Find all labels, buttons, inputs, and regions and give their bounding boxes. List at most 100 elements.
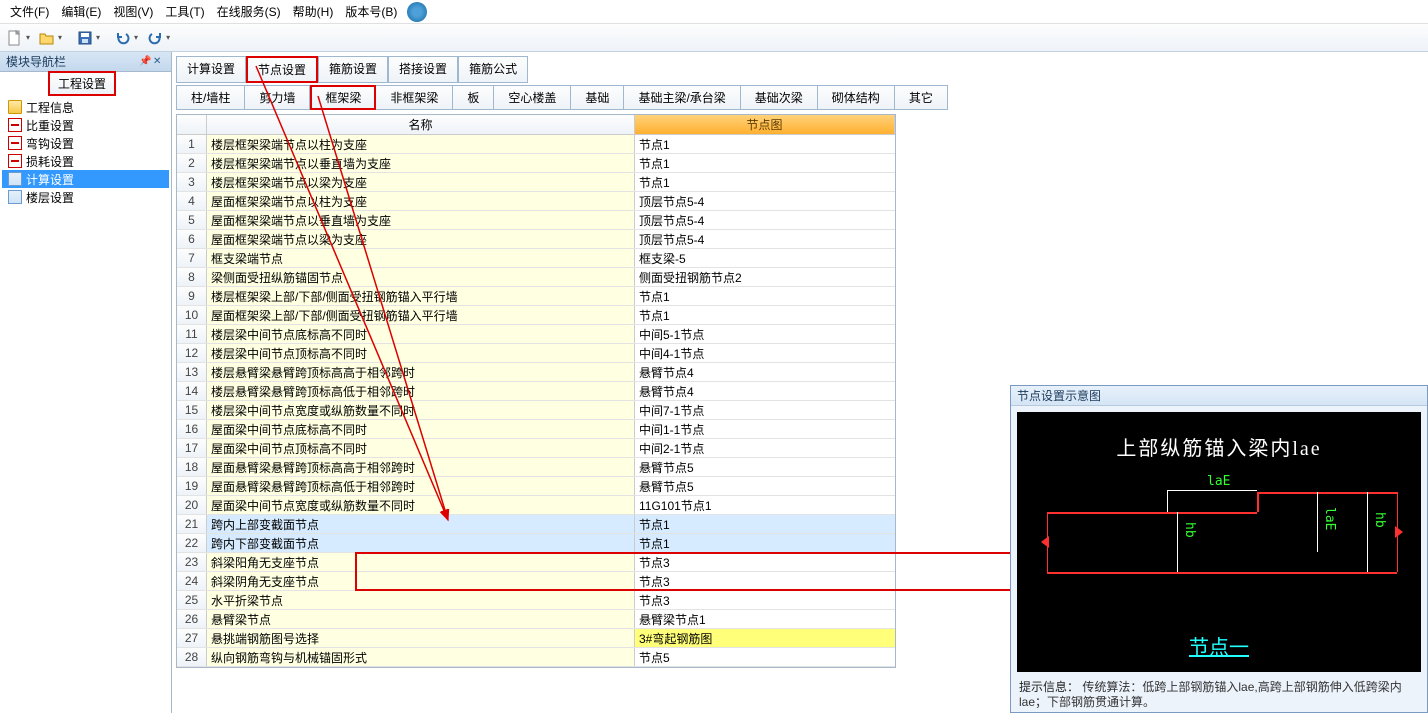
grid-row[interactable]: 23斜梁阳角无支座节点节点3: [177, 553, 895, 572]
row-value[interactable]: 节点3: [635, 553, 895, 571]
row-name[interactable]: 楼层悬臂梁悬臂跨顶标高高于相邻跨时: [207, 363, 635, 381]
redo-icon[interactable]: [144, 27, 166, 49]
sidebar-item-weight[interactable]: 比重设置: [2, 116, 169, 134]
grid-row[interactable]: 24斜梁阴角无支座节点节点3: [177, 572, 895, 591]
pin-icon[interactable]: 📌: [139, 56, 151, 68]
open-icon[interactable]: [36, 27, 58, 49]
row-name[interactable]: 屋面框架梁端节点以柱为支座: [207, 192, 635, 210]
secondary-tab-3[interactable]: 非框架梁: [376, 85, 453, 110]
row-name[interactable]: 悬臂梁节点: [207, 610, 635, 628]
row-value[interactable]: 3#弯起钢筋图: [635, 629, 895, 647]
grid-row[interactable]: 9楼层框架梁上部/下部/侧面受扭钢筋锚入平行墙节点1: [177, 287, 895, 306]
menu-view[interactable]: 视图(V): [107, 3, 159, 20]
grid-header-name[interactable]: 名称: [207, 115, 635, 135]
row-value[interactable]: 悬臂节点4: [635, 363, 895, 381]
sidebar-item-calc[interactable]: 计算设置: [2, 170, 169, 188]
secondary-tab-6[interactable]: 基础: [571, 85, 624, 110]
row-name[interactable]: 框支梁端节点: [207, 249, 635, 267]
row-name[interactable]: 梁侧面受扭纵筋锚固节点: [207, 268, 635, 286]
grid-row[interactable]: 3楼层框架梁端节点以梁为支座节点1: [177, 173, 895, 192]
sidebar-item-floor[interactable]: 楼层设置: [2, 188, 169, 206]
grid-row[interactable]: 4屋面框架梁端节点以柱为支座顶层节点5-4: [177, 192, 895, 211]
grid-row[interactable]: 20屋面梁中间节点宽度或纵筋数量不同时11G101节点1: [177, 496, 895, 515]
primary-tab-0[interactable]: 计算设置: [176, 56, 246, 83]
grid-row[interactable]: 16屋面梁中间节点底标高不同时中间1-1节点: [177, 420, 895, 439]
row-value[interactable]: 侧面受扭钢筋节点2: [635, 268, 895, 286]
row-value[interactable]: 中间1-1节点: [635, 420, 895, 438]
row-name[interactable]: 屋面悬臂梁悬臂跨顶标高低于相邻跨时: [207, 477, 635, 495]
save-dropdown-icon[interactable]: ▾: [96, 33, 100, 42]
menu-edit[interactable]: 编辑(E): [55, 3, 107, 20]
row-name[interactable]: 屋面梁中间节点顶标高不同时: [207, 439, 635, 457]
grid-row[interactable]: 27悬挑端钢筋图号选择3#弯起钢筋图: [177, 629, 895, 648]
row-value[interactable]: 节点1: [635, 534, 895, 552]
row-name[interactable]: 屋面框架梁端节点以梁为支座: [207, 230, 635, 248]
row-value[interactable]: 节点3: [635, 572, 895, 590]
secondary-tab-7[interactable]: 基础主梁/承台梁: [624, 85, 740, 110]
row-value[interactable]: 中间5-1节点: [635, 325, 895, 343]
row-value[interactable]: 节点1: [635, 135, 895, 153]
grid-row[interactable]: 28纵向钢筋弯钩与机械锚固形式节点5: [177, 648, 895, 667]
row-name[interactable]: 屋面框架梁端节点以垂直墙为支座: [207, 211, 635, 229]
secondary-tab-10[interactable]: 其它: [895, 85, 948, 110]
sidebar-item-project-info[interactable]: 工程信息: [2, 98, 169, 116]
row-value[interactable]: 中间4-1节点: [635, 344, 895, 362]
grid-row[interactable]: 21跨内上部变截面节点节点1: [177, 515, 895, 534]
primary-tab-2[interactable]: 箍筋设置: [318, 56, 388, 83]
row-value[interactable]: 节点1: [635, 173, 895, 191]
row-value[interactable]: 节点5: [635, 648, 895, 666]
grid-row[interactable]: 1楼层框架梁端节点以柱为支座节点1: [177, 135, 895, 154]
primary-tab-1[interactable]: 节点设置: [246, 56, 318, 83]
menu-version[interactable]: 版本号(B): [339, 3, 403, 20]
save-icon[interactable]: [74, 27, 96, 49]
row-name[interactable]: 屋面框架梁上部/下部/侧面受扭钢筋锚入平行墙: [207, 306, 635, 324]
secondary-tab-4[interactable]: 板: [453, 85, 494, 110]
grid-row[interactable]: 6屋面框架梁端节点以梁为支座顶层节点5-4: [177, 230, 895, 249]
row-name[interactable]: 悬挑端钢筋图号选择: [207, 629, 635, 647]
close-icon[interactable]: ✕: [153, 56, 165, 68]
row-value[interactable]: 11G101节点1: [635, 496, 895, 514]
row-value[interactable]: 悬臂节点5: [635, 458, 895, 476]
row-name[interactable]: 屋面梁中间节点底标高不同时: [207, 420, 635, 438]
open-dropdown-icon[interactable]: ▾: [58, 33, 62, 42]
menu-help[interactable]: 帮助(H): [287, 3, 340, 20]
row-name[interactable]: 纵向钢筋弯钩与机械锚固形式: [207, 648, 635, 666]
row-name[interactable]: 楼层梁中间节点底标高不同时: [207, 325, 635, 343]
row-name[interactable]: 楼层框架梁端节点以梁为支座: [207, 173, 635, 191]
row-value[interactable]: 顶层节点5-4: [635, 230, 895, 248]
row-value[interactable]: 节点1: [635, 515, 895, 533]
secondary-tab-5[interactable]: 空心楼盖: [494, 85, 571, 110]
row-value[interactable]: 节点1: [635, 154, 895, 172]
grid-row[interactable]: 14楼层悬臂梁悬臂跨顶标高低于相邻跨时悬臂节点4: [177, 382, 895, 401]
row-name[interactable]: 楼层悬臂梁悬臂跨顶标高低于相邻跨时: [207, 382, 635, 400]
row-value[interactable]: 框支梁-5: [635, 249, 895, 267]
row-value[interactable]: 悬臂节点4: [635, 382, 895, 400]
row-value[interactable]: 节点1: [635, 287, 895, 305]
grid-row[interactable]: 15楼层梁中间节点宽度或纵筋数量不同时中间7-1节点: [177, 401, 895, 420]
grid-row[interactable]: 5屋面框架梁端节点以垂直墙为支座顶层节点5-4: [177, 211, 895, 230]
menu-online[interactable]: 在线服务(S): [211, 3, 287, 20]
grid-row[interactable]: 10屋面框架梁上部/下部/侧面受扭钢筋锚入平行墙节点1: [177, 306, 895, 325]
grid-row[interactable]: 17屋面梁中间节点顶标高不同时中间2-1节点: [177, 439, 895, 458]
grid-row[interactable]: 19屋面悬臂梁悬臂跨顶标高低于相邻跨时悬臂节点5: [177, 477, 895, 496]
row-value[interactable]: 中间2-1节点: [635, 439, 895, 457]
sidebar-item-hook[interactable]: 弯钩设置: [2, 134, 169, 152]
grid-row[interactable]: 7框支梁端节点框支梁-5: [177, 249, 895, 268]
row-value[interactable]: 中间7-1节点: [635, 401, 895, 419]
grid-row[interactable]: 25水平折梁节点节点3: [177, 591, 895, 610]
undo-dropdown-icon[interactable]: ▾: [134, 33, 138, 42]
new-icon[interactable]: [4, 27, 26, 49]
new-dropdown-icon[interactable]: ▾: [26, 33, 30, 42]
row-name[interactable]: 跨内上部变截面节点: [207, 515, 635, 533]
row-value[interactable]: 顶层节点5-4: [635, 192, 895, 210]
grid-row[interactable]: 13楼层悬臂梁悬臂跨顶标高高于相邻跨时悬臂节点4: [177, 363, 895, 382]
secondary-tab-9[interactable]: 砌体结构: [818, 85, 895, 110]
primary-tab-4[interactable]: 箍筋公式: [458, 56, 528, 83]
secondary-tab-8[interactable]: 基础次梁: [741, 85, 818, 110]
row-value[interactable]: 悬臂节点5: [635, 477, 895, 495]
row-value[interactable]: 悬臂梁节点1: [635, 610, 895, 628]
grid-header-image[interactable]: 节点图: [635, 115, 895, 135]
row-value[interactable]: 节点1: [635, 306, 895, 324]
row-name[interactable]: 楼层框架梁端节点以柱为支座: [207, 135, 635, 153]
grid-row[interactable]: 12楼层梁中间节点顶标高不同时中间4-1节点: [177, 344, 895, 363]
